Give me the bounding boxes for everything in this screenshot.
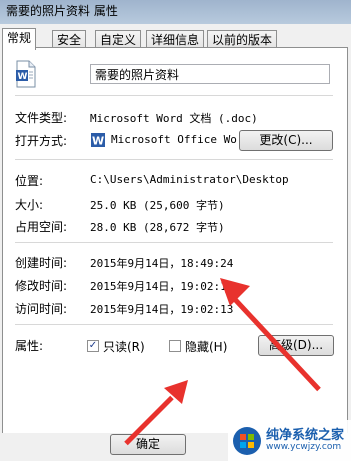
hidden-checkbox[interactable]: [169, 340, 181, 352]
size-value: 25.0 KB (25,600 字节): [90, 199, 225, 212]
file-type-label: 文件类型:: [15, 111, 68, 125]
watermark-title: 纯净系统之家: [266, 428, 345, 443]
file-name-input[interactable]: 需要的照片资料: [90, 64, 330, 84]
window-title: 需要的照片资料 属性: [6, 4, 118, 18]
accessed-value: 2015年9月14日，19:02:13: [90, 303, 234, 316]
annotation-arrowhead: [220, 278, 250, 306]
divider: [15, 324, 333, 325]
divider: [15, 95, 333, 96]
accessed-label: 访问时间:: [15, 302, 68, 316]
divider: [15, 242, 333, 243]
open-with-label: 打开方式:: [15, 134, 68, 148]
location-label: 位置:: [15, 174, 44, 188]
title-bar: 需要的照片资料 属性: [0, 0, 351, 24]
size-on-disk-value: 28.0 KB (28,672 字节): [90, 221, 225, 234]
attributes-label: 属性:: [15, 339, 44, 353]
general-panel: W 需要的照片资料 文件类型: Microsoft Word 文档 (.doc)…: [2, 47, 348, 434]
open-with-value: Microsoft Office Wo: [111, 133, 237, 146]
change-button[interactable]: 更改(C)...: [239, 130, 333, 151]
hidden-label[interactable]: 隐藏(H): [185, 338, 227, 355]
word-app-icon: W: [91, 133, 105, 148]
file-type-value: Microsoft Word 文档 (.doc): [90, 112, 258, 125]
divider: [15, 159, 333, 160]
watermark: 纯净系统之家 www.ycwjzy.com: [228, 420, 351, 461]
tab-general[interactable]: 常规: [2, 28, 37, 50]
modified-label: 修改时间:: [15, 279, 68, 293]
size-label: 大小:: [15, 198, 44, 212]
annotation-arrowhead: [164, 380, 188, 404]
word-document-icon: W: [16, 60, 36, 88]
created-label: 创建时间:: [15, 256, 68, 270]
location-value: C:\Users\Administrator\Desktop: [90, 173, 289, 186]
size-on-disk-label: 占用空间:: [15, 220, 68, 234]
readonly-label[interactable]: 只读(R): [103, 338, 145, 355]
svg-text:W: W: [92, 135, 104, 148]
modified-value: 2015年9月14日，19:02:13: [90, 280, 234, 293]
watermark-url: www.ycwjzy.com: [266, 442, 342, 452]
windows-logo-icon: [233, 427, 261, 455]
readonly-checkbox[interactable]: ✓: [87, 340, 99, 352]
ok-button[interactable]: 确定: [110, 434, 186, 455]
created-value: 2015年9月14日，18:49:24: [90, 257, 234, 270]
svg-text:W: W: [18, 72, 28, 82]
